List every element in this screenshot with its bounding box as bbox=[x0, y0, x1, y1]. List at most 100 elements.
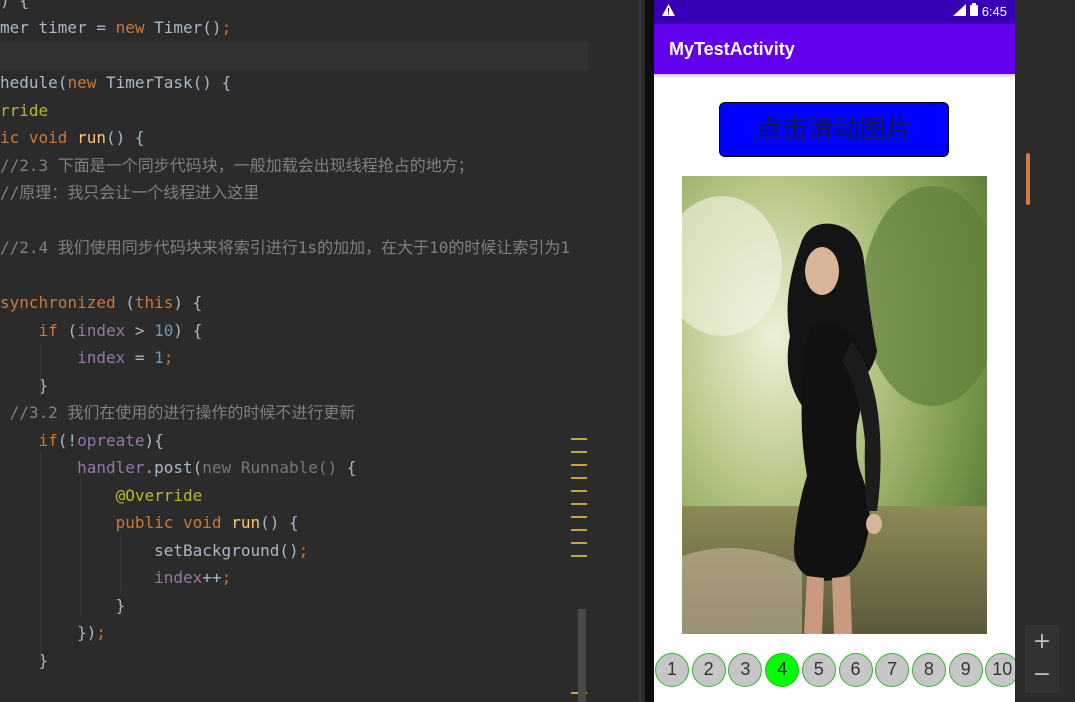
code-editor[interactable]: ) {mer timer = new Timer(); hedule(new Ti… bbox=[0, 0, 588, 702]
slide-image-button[interactable]: 点击滑动图片 bbox=[719, 102, 949, 157]
warning-stripe-mark[interactable] bbox=[571, 490, 587, 492]
code-token: ( bbox=[67, 321, 78, 340]
code-token: ){ bbox=[144, 431, 164, 450]
code-token: ic void bbox=[0, 128, 78, 147]
code-line[interactable]: synchronized (this) { bbox=[0, 289, 202, 317]
page-dot-8[interactable]: 8 bbox=[911, 653, 946, 687]
code-line[interactable]: index = 1; bbox=[0, 344, 173, 372]
warning-stripe-mark[interactable] bbox=[571, 555, 587, 557]
status-time: 6:45 bbox=[981, 3, 1007, 19]
code-token: ; bbox=[221, 18, 232, 37]
panel-divider bbox=[588, 0, 643, 702]
code-token: ) { bbox=[173, 321, 203, 340]
warning-stripe-mark[interactable] bbox=[571, 516, 587, 518]
code-token: this bbox=[134, 293, 174, 312]
status-bar: 6:45 bbox=[654, 0, 1015, 24]
indent-guide bbox=[40, 452, 41, 660]
zoom-in-button[interactable]: + bbox=[1025, 626, 1059, 658]
code-line[interactable]: //2.3 下面是一个同步代码块，一般加载会出现线程抢占的地方； bbox=[0, 152, 474, 180]
code-line[interactable]: //原理：我只会让一个线程进入这里 bbox=[0, 179, 259, 207]
code-token: //2.3 下面是一个同步代码块，一般加载会出现线程抢占的地方； bbox=[0, 156, 474, 175]
page-indicator: 1 2 3 4 5 6 7 8 9 10 bbox=[654, 653, 1015, 689]
code-token: index bbox=[154, 568, 203, 587]
code-token: () { bbox=[260, 513, 299, 532]
page-dot-7[interactable]: 7 bbox=[875, 653, 910, 687]
code-token: ; bbox=[298, 541, 309, 560]
code-token: hedule( bbox=[0, 73, 68, 92]
code-line[interactable]: rride bbox=[0, 97, 48, 125]
code-token: index bbox=[77, 321, 126, 340]
code-line[interactable]: ) { bbox=[0, 0, 29, 15]
code-token: new bbox=[67, 73, 106, 92]
page-dot-1[interactable]: 1 bbox=[655, 653, 689, 687]
code-line[interactable]: public void run() { bbox=[0, 509, 299, 537]
emulator-side-panel bbox=[1015, 0, 1075, 702]
code-token: ; bbox=[96, 623, 106, 642]
side-tab-indicator[interactable] bbox=[1026, 153, 1030, 205]
page-dot-3[interactable]: 3 bbox=[728, 653, 763, 687]
code-token: = bbox=[125, 348, 155, 367]
page-dot-2[interactable]: 2 bbox=[691, 653, 726, 687]
status-icons: 6:45 bbox=[952, 3, 1007, 19]
code-token: ; bbox=[221, 568, 232, 587]
page-dot-10[interactable]: 10 bbox=[985, 653, 1015, 687]
warning-stripe-mark[interactable] bbox=[571, 451, 587, 453]
code-token: TimerTask() { bbox=[105, 73, 232, 92]
code-line[interactable]: mer timer = new Timer(); bbox=[0, 14, 231, 42]
zoom-controls: + − bbox=[1025, 625, 1059, 693]
code-line[interactable]: index++; bbox=[0, 564, 231, 592]
warning-stripe-mark[interactable] bbox=[571, 438, 587, 440]
code-line[interactable]: setBackground(); bbox=[0, 537, 308, 565]
warning-stripe-mark[interactable] bbox=[571, 529, 587, 531]
code-line[interactable]: //3.2 我们在使用的进行操作的时候不进行更新 bbox=[0, 399, 356, 427]
warning-stripe-mark[interactable] bbox=[571, 477, 587, 479]
code-token: .post( bbox=[144, 458, 203, 477]
code-token: ++ bbox=[202, 568, 222, 587]
zoom-out-button[interactable]: − bbox=[1025, 659, 1059, 691]
code-line[interactable]: handler.post(new Runnable() { bbox=[0, 454, 356, 482]
code-line[interactable] bbox=[0, 42, 588, 70]
code-token: opreate bbox=[77, 431, 145, 450]
warning-stripe-mark[interactable] bbox=[571, 542, 587, 544]
page-dot-6[interactable]: 6 bbox=[838, 653, 873, 687]
code-line[interactable]: hedule(new TimerTask() { bbox=[0, 69, 231, 97]
page-dot-4[interactable]: 4 bbox=[765, 653, 800, 687]
code-line[interactable]: if (index > 10) { bbox=[0, 317, 203, 345]
code-line[interactable]: }); bbox=[0, 619, 106, 647]
editor-scrollbar[interactable] bbox=[578, 609, 586, 702]
page-dot-9[interactable]: 9 bbox=[948, 653, 983, 687]
warning-stripe-mark[interactable] bbox=[571, 503, 587, 505]
code-token: new Runnable() bbox=[202, 458, 347, 477]
code-token: } bbox=[0, 596, 126, 615]
indent-guide bbox=[120, 535, 121, 591]
code-token: //3.2 我们在使用的进行操作的时候不进行更新 bbox=[0, 403, 356, 422]
code-token: public void bbox=[115, 513, 232, 532]
code-token: new bbox=[115, 18, 155, 37]
signal-icon bbox=[952, 3, 966, 19]
code-token: run bbox=[77, 128, 106, 147]
page-dot-5[interactable]: 5 bbox=[801, 653, 836, 687]
code-line[interactable]: @Override bbox=[0, 482, 203, 510]
code-token: index bbox=[77, 348, 126, 367]
code-line[interactable]: //2.4 我们使用同步代码块来将索引进行1s的加加，在大于10的时候让索引为1 bbox=[0, 234, 570, 262]
code-token: ) { bbox=[0, 0, 29, 10]
code-token: run bbox=[231, 513, 261, 532]
code-line[interactable]: ic void run() { bbox=[0, 124, 145, 152]
app-bar-title: MyTestActivity bbox=[654, 24, 1015, 74]
code-token: Timer() bbox=[154, 18, 222, 37]
splitter-line[interactable] bbox=[639, 0, 641, 702]
code-token: mer timer = bbox=[0, 18, 116, 37]
indent-guide bbox=[40, 344, 41, 396]
phone-screen[interactable]: 6:45 MyTestActivity 点击滑动图片 1 2 3 4 5 6 7… bbox=[654, 0, 1015, 702]
code-token: handler bbox=[77, 458, 145, 477]
battery-icon bbox=[969, 3, 978, 19]
slideshow-photo bbox=[682, 176, 987, 634]
code-line[interactable]: } bbox=[0, 592, 126, 620]
warning-stripe-mark[interactable] bbox=[571, 464, 587, 466]
code-line[interactable]: if(!opreate){ bbox=[0, 427, 164, 455]
